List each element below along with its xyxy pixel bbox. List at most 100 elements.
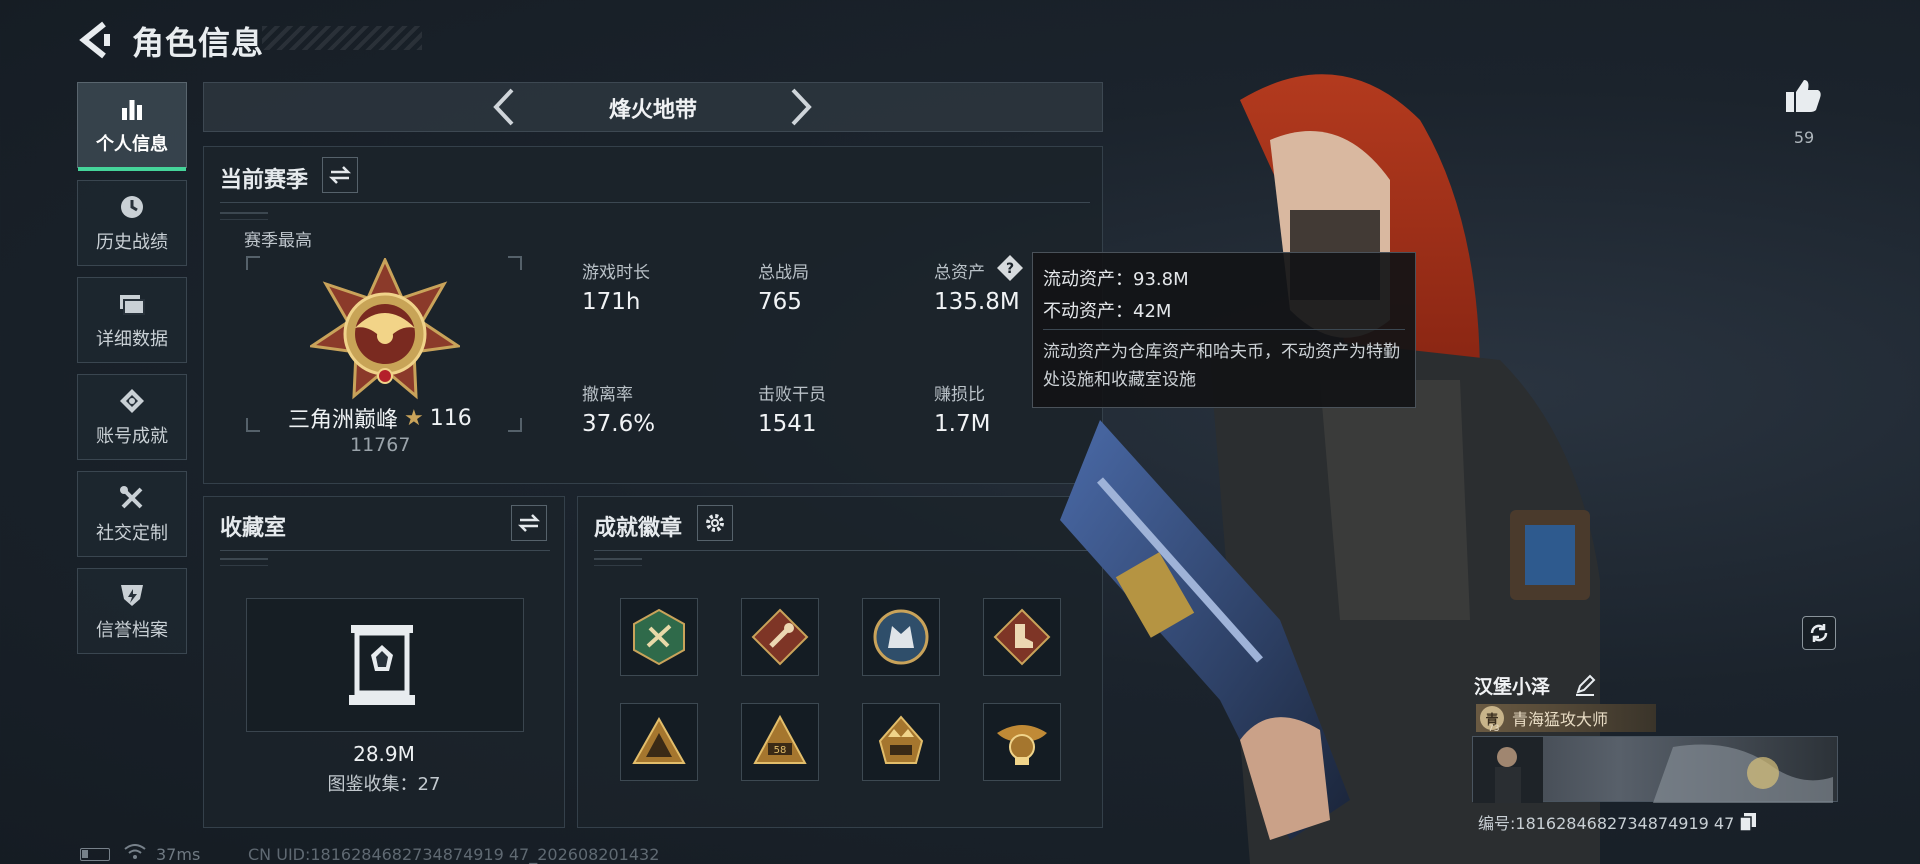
collection-title: 收藏室 — [220, 516, 287, 541]
season-switch-button[interactable] — [322, 157, 358, 193]
ping-text: 37ms — [156, 845, 201, 864]
badge-58[interactable]: 58 — [741, 703, 819, 781]
banner-art — [1473, 737, 1833, 803]
copy-id-button[interactable] — [1739, 813, 1757, 832]
nav-achievements[interactable]: 账号成就 — [77, 374, 187, 460]
stat-label-extract-rate: 撤离率 — [582, 385, 633, 405]
back-arrow-icon — [79, 21, 110, 59]
badge-58-icon: 58 — [753, 714, 807, 764]
history-clock-icon — [117, 192, 147, 222]
season-divider — [220, 202, 1090, 203]
assets-help-icon[interactable]: ? — [996, 254, 1024, 282]
tooltip-fixed-assets: 不动资产：42M — [1043, 301, 1172, 322]
svg-text:58: 58 — [774, 745, 787, 756]
tooltip-divider — [1043, 329, 1405, 330]
collection-divider — [220, 550, 550, 551]
rank-emblem — [307, 256, 463, 404]
stat-value-kills: 1541 — [758, 411, 817, 437]
nav-reputation[interactable]: 信誉档案 — [77, 568, 187, 654]
collection-room-card[interactable] — [246, 598, 524, 732]
decor-marks — [220, 558, 268, 566]
swap-icon — [329, 166, 351, 184]
tooltip-liquid-assets: 流动资产：93.8M — [1043, 269, 1189, 290]
copy-icon — [1739, 813, 1757, 832]
gear-icon — [706, 514, 724, 532]
badge-triangle-gold[interactable] — [620, 703, 698, 781]
like-button[interactable] — [1784, 76, 1824, 116]
stat-label-kills: 击败干员 — [758, 385, 826, 405]
stat-label-playtime: 游戏时长 — [582, 263, 650, 283]
shield-icon — [117, 580, 147, 610]
rank-line: 三角洲巅峰 ★ 116 — [288, 402, 508, 434]
star-icon: ★ — [404, 405, 424, 431]
refresh-model-button[interactable] — [1802, 616, 1836, 650]
nav-history[interactable]: 历史战绩 — [77, 180, 187, 266]
assets-tooltip: 流动资产：93.8M 不动资产：42M 流动资产为仓库资产和哈夫币，不动资产为特… — [1032, 252, 1416, 408]
badges-divider — [594, 550, 1089, 551]
frame-corner — [246, 256, 260, 270]
player-id-line: 编号:1816284682734874919 47 — [1478, 810, 1757, 834]
collection-switch-button[interactable] — [511, 505, 547, 541]
achievement-icon — [117, 386, 147, 416]
badge-crown-icon — [878, 715, 924, 764]
frame-corner — [508, 418, 522, 432]
stat-label-matches: 总战局 — [758, 263, 809, 283]
refresh-icon — [1810, 624, 1828, 642]
tools-icon — [117, 483, 147, 513]
like-count: 59 — [1793, 128, 1815, 147]
edit-name-button[interactable] — [1574, 674, 1596, 696]
back-button[interactable] — [78, 20, 114, 60]
stat-value-profit-ratio: 1.7M — [934, 411, 991, 437]
player-title-badge: 青 青海猛攻大师 — [1476, 704, 1656, 732]
nav-label: 个人信息 — [96, 134, 168, 155]
stat-label-assets: 总资产 — [934, 263, 985, 283]
nav-social-custom[interactable]: 社交定制 — [77, 471, 187, 557]
stat-value-playtime: 171h — [582, 289, 641, 315]
player-id: 编号:1816284682734874919 47 — [1478, 814, 1735, 833]
wifi-icon — [124, 844, 146, 860]
player-banner-card[interactable] — [1472, 736, 1838, 803]
nav-personal-info[interactable]: 个人信息 — [77, 82, 187, 171]
thumbs-up-icon — [1786, 80, 1821, 112]
tooltip-description: 流动资产为仓库资产和哈夫币，不动资产为特勤处设施和收藏室设施 — [1043, 342, 1400, 390]
title-level: 73 — [1488, 724, 1500, 734]
nav-label: 社交定制 — [96, 523, 168, 544]
player-title: 青海猛攻大师 — [1512, 710, 1609, 729]
badge-insect[interactable] — [620, 598, 698, 676]
badges-settings-button[interactable] — [697, 505, 733, 541]
badges-title: 成就徽章 — [594, 516, 683, 541]
bar-chart-icon — [117, 94, 147, 124]
stat-value-matches: 765 — [758, 289, 802, 315]
page-title: 角色信息 — [132, 24, 265, 62]
badge-crown-58[interactable] — [862, 703, 940, 781]
badge-wrench-icon — [751, 608, 809, 666]
frame-corner — [246, 418, 260, 432]
rank-score: 11767 — [350, 434, 411, 456]
svg-text:?: ? — [1006, 261, 1014, 277]
badge-wolf[interactable] — [862, 598, 940, 676]
season-best-label: 赛季最高 — [244, 231, 312, 251]
nav-label: 信誉档案 — [96, 620, 168, 641]
decor-marks — [220, 212, 268, 220]
mode-title: 烽火地带 — [608, 98, 697, 123]
badge-insect-icon — [633, 608, 685, 666]
stat-label-profit-ratio: 赚损比 — [934, 385, 985, 405]
chevron-right-icon — [791, 88, 812, 126]
frame-corner — [508, 256, 522, 270]
nav-label: 历史战绩 — [96, 232, 168, 253]
nav-detailed-data[interactable]: 详细数据 — [77, 277, 187, 363]
player-name: 汉堡小泽 — [1474, 676, 1551, 698]
rank-emblem-icon — [307, 256, 463, 400]
badge-triangle-icon — [632, 716, 686, 764]
swap-icon — [518, 514, 540, 532]
mode-next-button[interactable] — [781, 86, 821, 128]
pencil-icon — [1576, 674, 1596, 696]
display-case-icon — [345, 623, 419, 707]
collection-count: 图鉴收集：27 — [327, 774, 441, 795]
stat-value-assets: 135.8M — [934, 289, 1020, 315]
nav-label: 账号成就 — [96, 426, 168, 447]
battery-icon — [80, 848, 110, 861]
season-title: 当前赛季 — [220, 168, 309, 193]
badge-wrench[interactable] — [741, 598, 819, 676]
collection-value: 28.9M — [353, 742, 415, 766]
